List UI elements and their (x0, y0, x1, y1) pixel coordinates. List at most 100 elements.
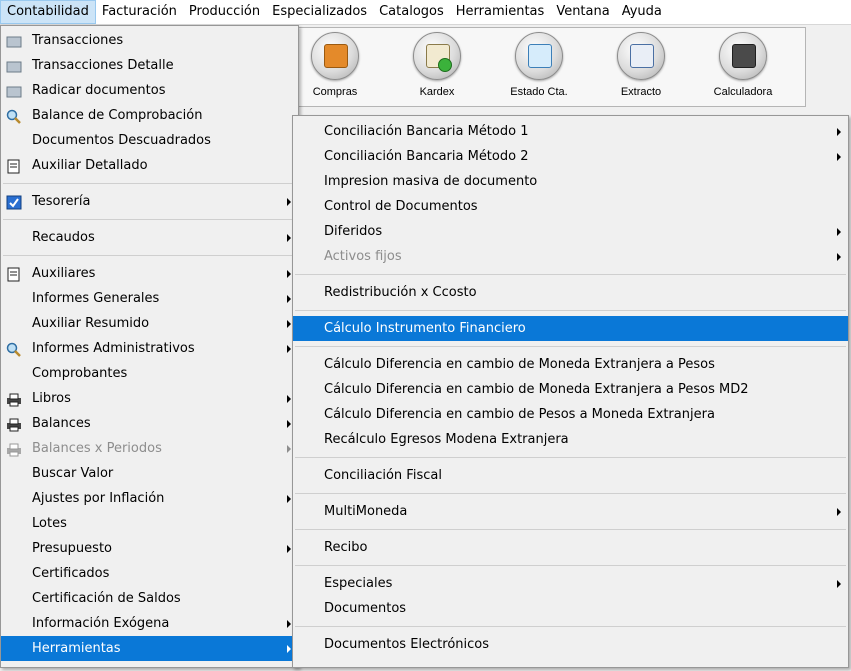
menu-separator (295, 346, 846, 347)
menu-item-redistribucion-ccosto[interactable]: Redistribución x Ccosto (293, 280, 848, 305)
menu-item-calculo-instrumento-financiero[interactable]: Cálculo Instrumento Financiero (293, 316, 848, 341)
extracto-button[interactable]: Extracto (593, 32, 689, 102)
menu-item-herramientas[interactable]: Herramientas (1, 636, 298, 661)
menu-facturacion[interactable]: Facturación (96, 0, 183, 24)
menu-item-auxiliar-resumido[interactable]: Auxiliar Resumido (1, 311, 298, 336)
menu-item-balance-comprobacion[interactable]: Balance de Comprobación (1, 103, 298, 128)
toolbar-area: Compras Kardex Estado Cta. Extracto Calc… (290, 25, 851, 111)
menu-separator (295, 626, 846, 627)
estado-cta-label: Estado Cta. (510, 86, 568, 98)
submenu-arrow-icon (837, 228, 841, 236)
menu-separator (295, 310, 846, 311)
calculadora-label: Calculadora (713, 86, 773, 98)
menu-item-certificados[interactable]: Certificados (1, 561, 298, 586)
submenu-arrow-icon (287, 545, 291, 553)
submenu-arrow-icon (837, 253, 841, 261)
estado-cta-icon (515, 32, 563, 80)
menu-item-balances[interactable]: Balances (1, 411, 298, 436)
menu-separator (295, 457, 846, 458)
contabilidad-menu: Transacciones Transacciones Detalle Radi… (0, 25, 299, 668)
menu-item-documentos-electronicos[interactable]: Documentos Electrónicos (293, 632, 848, 657)
menu-especializados[interactable]: Especializados (266, 0, 373, 24)
menu-item-informes-generales[interactable]: Informes Generales (1, 286, 298, 311)
submenu-arrow-icon (287, 320, 291, 328)
report-icon (6, 266, 22, 282)
calculadora-button[interactable]: Calculadora (695, 32, 791, 102)
compras-icon (311, 32, 359, 80)
kardex-label: Kardex (419, 86, 455, 98)
menu-item-multimoneda[interactable]: MultiMoneda (293, 499, 848, 524)
toolbar: Compras Kardex Estado Cta. Extracto Calc… (296, 27, 806, 107)
menu-item-transacciones-detalle[interactable]: Transacciones Detalle (1, 53, 298, 78)
transactions-detail-icon (6, 58, 22, 73)
menu-item-conciliacion-bancaria-1[interactable]: Conciliación Bancaria Método 1 (293, 119, 848, 144)
kardex-button[interactable]: Kardex (389, 32, 485, 102)
herramientas-submenu: Conciliación Bancaria Método 1 Conciliac… (292, 115, 849, 668)
menu-item-lotes[interactable]: Lotes (1, 511, 298, 536)
submenu-arrow-icon (287, 234, 291, 242)
menu-separator (3, 183, 296, 184)
menu-item-recalculo-egresos[interactable]: Recálculo Egresos Modena Extranjera (293, 427, 848, 452)
menu-contabilidad[interactable]: Contabilidad (0, 0, 96, 24)
menu-bar: Contabilidad Facturación Producción Espe… (0, 0, 851, 25)
menu-item-auxiliares[interactable]: Auxiliares (1, 261, 298, 286)
menu-item-control-documentos[interactable]: Control de Documentos (293, 194, 848, 219)
menu-item-impresion-masiva[interactable]: Impresion masiva de documento (293, 169, 848, 194)
menu-item-comprobantes[interactable]: Comprobantes (1, 361, 298, 386)
calculator-icon (719, 32, 767, 80)
menu-separator (295, 274, 846, 275)
menu-item-ajustes-inflacion[interactable]: Ajustes por Inflación (1, 486, 298, 511)
menu-ventana[interactable]: Ventana (550, 0, 615, 24)
menu-item-diferencia-cambio-1[interactable]: Cálculo Diferencia en cambio de Moneda E… (293, 352, 848, 377)
estado-cta-button[interactable]: Estado Cta. (491, 32, 587, 102)
menu-item-tesoreria[interactable]: Tesorería (1, 189, 298, 214)
menu-item-documentos[interactable]: Documentos (293, 596, 848, 621)
submenu-arrow-icon (287, 495, 291, 503)
menu-item-buscar-valor[interactable]: Buscar Valor (1, 461, 298, 486)
submenu-arrow-icon (837, 508, 841, 516)
menu-item-conciliacion-fiscal[interactable]: Conciliación Fiscal (293, 463, 848, 488)
menu-item-radicar-documentos[interactable]: Radicar documentos (1, 78, 298, 103)
extracto-label: Extracto (620, 86, 662, 98)
submenu-arrow-icon (287, 295, 291, 303)
menu-ayuda[interactable]: Ayuda (616, 0, 668, 24)
submenu-arrow-icon (287, 345, 291, 353)
menu-separator (295, 565, 846, 566)
menu-item-documentos-descuadrados[interactable]: Documentos Descuadrados (1, 128, 298, 153)
menu-item-balances-periodos: Balances x Periodos (1, 436, 298, 461)
submenu-arrow-icon (287, 445, 291, 453)
printer-icon (6, 416, 22, 432)
menu-item-recaudos[interactable]: Recaudos (1, 225, 298, 250)
menu-item-transacciones[interactable]: Transacciones (1, 28, 298, 53)
menu-item-informacion-exogena[interactable]: Información Exógena (1, 611, 298, 636)
menu-catalogos[interactable]: Catalogos (373, 0, 450, 24)
menu-item-auxiliar-detallado[interactable]: Auxiliar Detallado (1, 153, 298, 178)
menu-separator (295, 493, 846, 494)
magnifier-icon (6, 341, 22, 357)
submenu-arrow-icon (287, 645, 291, 653)
menu-separator (295, 529, 846, 530)
extracto-icon (617, 32, 665, 80)
compras-label: Compras (312, 86, 358, 98)
menu-produccion[interactable]: Producción (183, 0, 266, 24)
submenu-arrow-icon (837, 580, 841, 588)
menu-herramientas[interactable]: Herramientas (450, 0, 551, 24)
menu-item-conciliacion-bancaria-2[interactable]: Conciliación Bancaria Método 2 (293, 144, 848, 169)
submenu-arrow-icon (837, 153, 841, 161)
kardex-icon (413, 32, 461, 80)
menu-item-diferencia-cambio-pesos[interactable]: Cálculo Diferencia en cambio de Pesos a … (293, 402, 848, 427)
menu-item-presupuesto[interactable]: Presupuesto (1, 536, 298, 561)
menu-item-libros[interactable]: Libros (1, 386, 298, 411)
menu-item-informes-administrativos[interactable]: Informes Administrativos (1, 336, 298, 361)
report-icon (6, 158, 22, 174)
menu-item-certificacion-saldos[interactable]: Certificación de Saldos (1, 586, 298, 611)
menu-item-diferidos[interactable]: Diferidos (293, 219, 848, 244)
menu-item-recibo[interactable]: Recibo (293, 535, 848, 560)
submenu-arrow-icon (837, 128, 841, 136)
menu-item-diferencia-cambio-md2[interactable]: Cálculo Diferencia en cambio de Moneda E… (293, 377, 848, 402)
radicar-icon (6, 83, 22, 98)
menu-item-especiales[interactable]: Especiales (293, 571, 848, 596)
compras-button[interactable]: Compras (287, 32, 383, 102)
menu-separator (3, 255, 296, 256)
tesoreria-icon (6, 194, 22, 210)
